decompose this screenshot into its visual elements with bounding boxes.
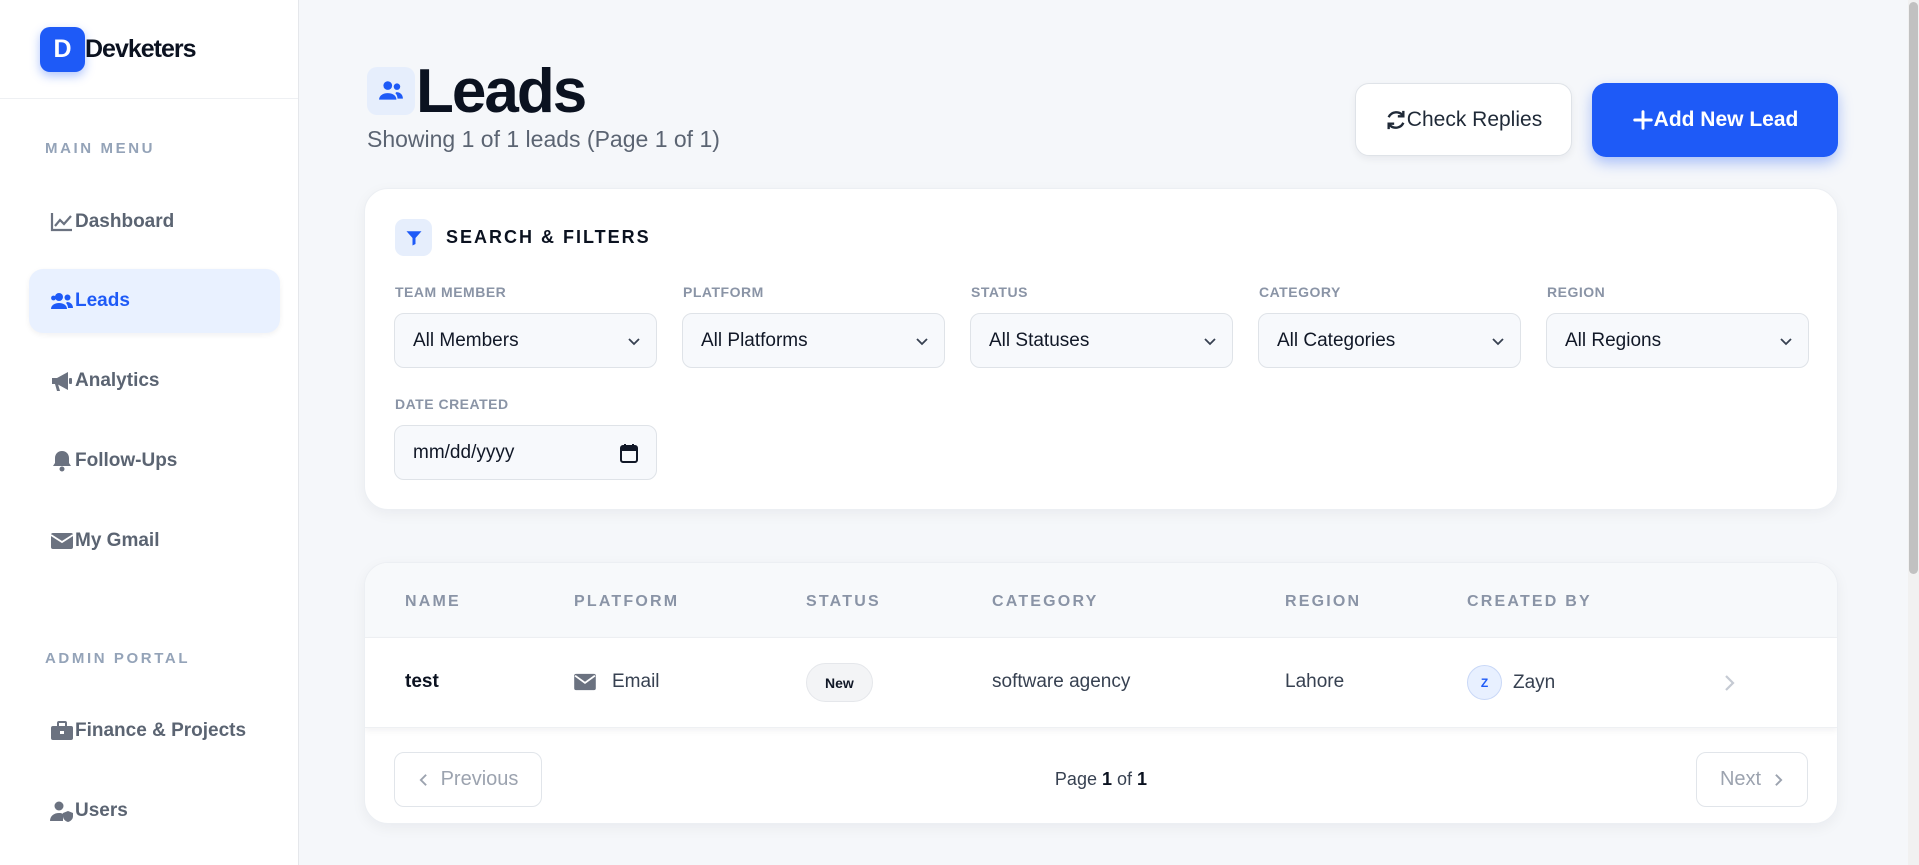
created-by-name: Zayn — [1513, 671, 1556, 693]
envelope-icon — [574, 673, 596, 691]
brand-name: Devketers — [85, 34, 197, 63]
envelope-icon — [49, 530, 75, 552]
leads-table-card: NAME PLATFORM STATUS CATEGORY REGION CRE… — [364, 562, 1838, 824]
sidebar-item-my-gmail[interactable]: My Gmail — [29, 509, 280, 573]
filters-title: SEARCH & FILTERS — [446, 227, 651, 247]
lead-category: software agency — [992, 671, 1131, 692]
sidebar-item-follow-ups[interactable]: Follow-Ups — [29, 429, 280, 493]
date-created-input[interactable]: mm/dd/yyyy — [394, 425, 657, 480]
users-icon — [367, 67, 415, 115]
of-word: of — [1117, 769, 1133, 789]
chevron-right-icon[interactable] — [1719, 673, 1739, 693]
lead-name: test — [405, 671, 439, 692]
sidebar-item-label: Dashboard — [75, 211, 175, 232]
lead-region: Lahore — [1285, 671, 1345, 692]
date-created-placeholder: mm/dd/yyyy — [413, 441, 515, 463]
next-label: Next — [1719, 768, 1762, 790]
sidebar-item-label: Analytics — [75, 370, 160, 391]
add-new-lead-label: Add New Lead — [1653, 108, 1799, 131]
lead-platform: Email — [574, 671, 660, 693]
sidebar-item-label: Follow-Ups — [75, 450, 178, 471]
category-select[interactable]: All Categories — [1258, 313, 1521, 368]
chevron-down-icon — [1204, 338, 1216, 346]
status-value: All Statuses — [989, 329, 1090, 351]
platform-select[interactable]: All Platforms — [682, 313, 945, 368]
chart-line-icon — [49, 211, 75, 233]
refresh-icon — [1387, 110, 1405, 129]
filter-icon — [395, 219, 432, 256]
sidebar-item-label: My Gmail — [75, 530, 160, 551]
chevron-down-icon — [916, 338, 928, 346]
column-header-platform[interactable]: PLATFORM — [574, 593, 679, 611]
brand-logo: D — [40, 26, 85, 72]
filters-header: SEARCH & FILTERS — [395, 219, 651, 256]
column-header-region[interactable]: REGION — [1285, 593, 1361, 611]
user-shield-icon — [49, 800, 75, 822]
region-select[interactable]: All Regions — [1546, 313, 1809, 368]
date-created-label: DATE CREATED — [395, 396, 509, 412]
sidebar-item-analytics[interactable]: Analytics — [29, 349, 280, 413]
scrollbar-thumb[interactable] — [1909, 2, 1918, 574]
avatar: Z — [1467, 665, 1502, 700]
bell-icon — [49, 450, 75, 472]
column-header-name[interactable]: NAME — [405, 593, 461, 611]
platform-label: PLATFORM — [683, 284, 764, 300]
chevron-down-icon — [628, 338, 640, 346]
team-member-label: TEAM MEMBER — [395, 284, 507, 300]
check-replies-label: Check Replies — [1406, 107, 1543, 131]
lead-platform-label: Email — [612, 671, 660, 692]
status-select[interactable]: All Statuses — [970, 313, 1233, 368]
page-indicator: Page 1 of 1 — [365, 769, 1837, 790]
column-header-created-by[interactable]: CREATED BY — [1467, 593, 1592, 611]
chevron-down-icon — [1492, 338, 1504, 346]
main-menu-label: MAIN MENU — [45, 140, 156, 157]
column-header-category[interactable]: CATEGORY — [992, 593, 1099, 611]
sidebar-item-label: Leads — [75, 290, 130, 311]
plus-icon — [1632, 110, 1653, 130]
team-member-value: All Members — [413, 329, 519, 351]
platform-value: All Platforms — [701, 329, 808, 351]
page-title: Leads — [416, 57, 587, 126]
sidebar-item-finance-projects[interactable]: Finance & Projects — [29, 699, 280, 763]
total-pages: 1 — [1137, 769, 1148, 789]
pagination: Previous Page 1 of 1 Next — [365, 729, 1837, 823]
sidebar-item-users[interactable]: Users — [29, 779, 280, 843]
category-label: CATEGORY — [1259, 284, 1341, 300]
column-header-status[interactable]: STATUS — [806, 593, 881, 611]
sidebar-item-label: Finance & Projects — [75, 720, 247, 741]
sidebar: D Devketers MAIN MENU Dashboard Leads An… — [0, 0, 299, 865]
next-button[interactable]: Next — [1696, 752, 1808, 807]
megaphone-icon — [49, 370, 75, 392]
category-value: All Categories — [1277, 329, 1396, 351]
calendar-icon[interactable] — [620, 443, 638, 463]
page-subtitle: Showing 1 of 1 leads (Page 1 of 1) — [367, 126, 720, 152]
users-icon — [49, 290, 75, 312]
sidebar-item-leads[interactable]: Leads — [29, 269, 280, 333]
search-filters-card: SEARCH & FILTERS TEAM MEMBER All Members… — [364, 188, 1838, 510]
current-page: 1 — [1101, 769, 1112, 789]
table-row[interactable]: test Email New software agency Lahore Z … — [365, 638, 1837, 728]
briefcase-icon — [49, 720, 75, 742]
team-member-select[interactable]: All Members — [394, 313, 657, 368]
chevron-right-icon — [1775, 773, 1783, 786]
region-value: All Regions — [1565, 329, 1662, 351]
sidebar-item-label: Users — [75, 800, 128, 821]
lead-created-by: Z Zayn — [1467, 665, 1555, 700]
brand[interactable]: D Devketers — [0, 0, 298, 99]
status-label: STATUS — [971, 284, 1028, 300]
admin-portal-label: ADMIN PORTAL — [45, 650, 191, 667]
chevron-down-icon — [1780, 338, 1792, 346]
sidebar-item-dashboard[interactable]: Dashboard — [29, 190, 280, 254]
table-header: NAME PLATFORM STATUS CATEGORY REGION CRE… — [365, 563, 1837, 638]
status-badge: New — [806, 663, 873, 702]
check-replies-button[interactable]: Check Replies — [1355, 83, 1572, 156]
page-word: Page — [1054, 769, 1097, 789]
add-new-lead-button[interactable]: Add New Lead — [1592, 83, 1838, 157]
region-label: REGION — [1547, 284, 1606, 300]
